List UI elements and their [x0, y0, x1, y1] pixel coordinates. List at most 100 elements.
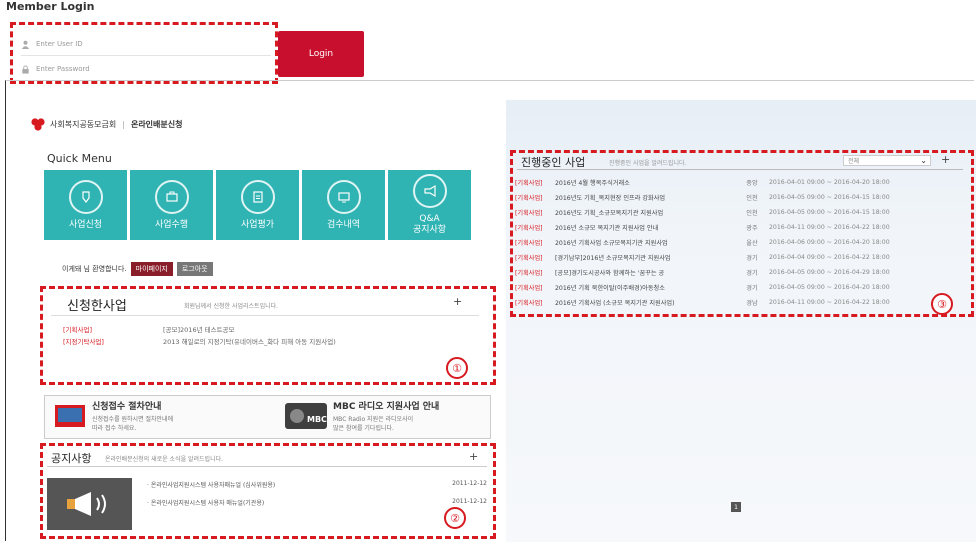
list-item[interactable]: [지정기탁사업] 2013 해일로의 지정기탁(유네이버스_화다 피해 아동 지… — [63, 336, 336, 346]
service-name: 온라인배분신청 — [130, 119, 183, 129]
project-category: [기획사업] — [515, 195, 543, 202]
quick-menu-inspection[interactable]: 검수내역 — [302, 170, 385, 240]
laptop-icon — [55, 405, 85, 427]
applied-projects-title: 신청한사업 — [67, 299, 127, 314]
quick-menu-title: Quick Menu — [47, 152, 112, 165]
project-category: [기획사업] — [515, 285, 543, 292]
list-item[interactable]: [기획사업] [공모]2016년 테스트공모 — [63, 324, 235, 334]
more-plus-icon[interactable]: + — [469, 450, 478, 463]
quick-menu-execution[interactable]: 사업수행 — [130, 170, 213, 240]
quick-menu-label: 검수내역 — [326, 219, 361, 230]
project-period: 2016-04-01 09:00 ~ 2016-04-20 18:00 — [769, 179, 890, 186]
project-period: 2016-04-05 09:00 ~ 2016-04-29 18:00 — [769, 269, 890, 276]
quick-menu-label: 사업수행 — [154, 219, 189, 230]
mbc-radio-card[interactable]: MBC 라디오 지원사업 안내 MBC Radio 지원은 라디오사이 많은 참… — [333, 399, 439, 432]
quick-menu-label: 사업평가 — [240, 219, 275, 230]
project-period: 2016-04-11 09:00 ~ 2016-04-22 18:00 — [769, 224, 890, 231]
panel-divider — [517, 169, 963, 170]
project-category: [기획사업] — [63, 326, 92, 334]
quick-menu-label: Q&A 공지사항 — [412, 214, 447, 235]
project-region: 울산 — [746, 240, 758, 247]
applied-projects-subtitle: 회원님께서 신청한 사업리스트입니다. — [184, 303, 279, 310]
quick-menu-apply[interactable]: 사업신청 — [44, 170, 127, 240]
project-region: 광주 — [746, 225, 758, 232]
project-category: [기획사업] — [515, 210, 543, 217]
list-item[interactable]: · 온라인사업지원시스템 사용자매뉴얼 (심사위원용) 2011-12-12 — [147, 480, 487, 489]
applied-projects-panel: 신청한사업 회원님께서 신청한 사업리스트입니다. + [기획사업] [공모]2… — [40, 286, 496, 385]
page-title: Member Login — [6, 0, 95, 13]
project-period: 2016-04-05 09:00 ~ 2016-04-15 18:00 — [769, 209, 890, 216]
pagination-page-1[interactable]: 1 — [731, 502, 741, 512]
project-region: 인천 — [746, 195, 758, 202]
table-row[interactable]: [기획사업] 2016년 소규모 복지기관 지원사업 안내 광주 2016-04-11… — [515, 220, 965, 235]
user-id-field[interactable]: Enter User ID — [21, 33, 271, 55]
briefcase-icon — [154, 179, 189, 214]
chevron-down-icon: ⌄ — [920, 156, 927, 165]
monitor-icon — [326, 179, 361, 214]
quick-menu: 사업신청 사업수행 사업평가 검수내역 Q&A 공지사항 — [44, 170, 471, 240]
project-region: 중앙 — [746, 180, 758, 187]
project-title: 2016년 기획사업 (소규모 복지기관 지원사업) — [555, 300, 675, 307]
project-title: [공모]2016년 테스트공모 — [163, 326, 235, 334]
list-item[interactable]: · 온라인사업지원시스템 사용자 매뉴얼(기관용) 2011-12-12 — [147, 498, 487, 507]
project-period: 2016-04-11 09:00 ~ 2016-04-22 18:00 — [769, 299, 890, 306]
table-row[interactable]: [기획사업] 2016년 기획사업 소규모복지기관 지원사업 울산 2016-04-0… — [515, 235, 965, 250]
mypage-button[interactable]: 마이페이지 — [130, 262, 173, 276]
table-row[interactable]: [기획사업] [경기남부]2016년 소규모복지기관 지원사업 경기 2016-04-… — [515, 250, 965, 265]
password-placeholder: Enter Password — [36, 65, 90, 73]
radio-icon: MBC — [285, 403, 327, 429]
site-logo[interactable]: 사회복지공동모금회 | 온라인배분신청 — [30, 117, 182, 131]
quick-menu-qna[interactable]: Q&A 공지사항 — [388, 170, 471, 240]
field-divider — [21, 55, 271, 56]
notices-panel: 공지사항 온라인배분신청의 새로운 소식을 알려드립니다. + · 온라인사업지… — [40, 443, 496, 539]
ongoing-projects-list: [기획사업] 2016년 4월 행복주식거래소 중앙 2016-04-01 09:00… — [515, 175, 965, 310]
project-category: [기획사업] — [515, 300, 543, 307]
notices-title: 공지사항 — [51, 452, 92, 465]
table-row[interactable]: [기획사업] 2016년 4월 행복주식거래소 중앙 2016-04-01 09:00… — [515, 175, 965, 190]
more-plus-icon[interactable]: + — [941, 153, 950, 166]
notices-subtitle: 온라인배분신청의 새로운 소식을 알려드립니다. — [105, 456, 224, 463]
logo-separator: | — [122, 119, 125, 129]
logout-button[interactable]: 로그아웃 — [176, 262, 213, 276]
lock-icon — [22, 64, 29, 74]
password-field[interactable]: Enter Password — [21, 58, 271, 80]
fruit-logo-icon — [31, 118, 45, 131]
quick-menu-evaluation[interactable]: 사업평가 — [216, 170, 299, 240]
more-plus-icon[interactable]: + — [453, 295, 462, 308]
project-category: [기획사업] — [515, 180, 543, 187]
login-button[interactable]: Login — [278, 31, 364, 77]
procedure-guide-card[interactable]: 신청접수 절차안내 신청접수를 원하시면 절차안내에 따라 접수 하세요. — [92, 399, 173, 432]
procedure-guide-title: 신청접수 절차안내 — [92, 402, 162, 412]
pen-icon — [68, 179, 103, 214]
project-title: [공모]경기도시공사와 함께하는 '꿈꾸는 공 — [555, 270, 665, 277]
info-cards: 신청접수 절차안내 신청접수를 원하시면 절차안내에 따라 접수 하세요. MB… — [44, 395, 491, 439]
table-row[interactable]: [기획사업] 2016년도 기획_복지현장 인프라 강화사업 인천 2016-04-0… — [515, 190, 965, 205]
quick-menu-label: 사업신청 — [68, 219, 103, 230]
region-select-value: 전체 — [848, 158, 860, 165]
org-name: 사회복지공동모금회 — [50, 119, 117, 129]
project-region: 경기 — [746, 285, 758, 292]
ongoing-projects-panel: 진행중인 사업 진행중인 사업을 알려드립니다. 전체 ⌄ + [기획사업] 20… — [510, 150, 974, 317]
project-region: 경남 — [746, 300, 758, 307]
project-region: 경기 — [746, 270, 758, 277]
project-period: 2016-04-06 09:00 ~ 2016-04-20 18:00 — [769, 239, 890, 246]
project-period: 2016-04-05 09:00 ~ 2016-04-15 18:00 — [769, 194, 890, 201]
project-period: 2016-04-04 09:00 ~ 2016-04-22 18:00 — [769, 254, 890, 261]
project-title: 2016년도 기획_복지현장 인프라 강화사업 — [555, 195, 666, 202]
notice-megaphone-image — [47, 478, 132, 530]
megaphone-icon — [66, 492, 106, 516]
project-category: [기획사업] — [515, 270, 543, 277]
table-row[interactable]: [기획사업] 2016년도 기획_소규모복지기관 지원사업 인천 2016-04-05… — [515, 205, 965, 220]
project-category: [기획사업] — [515, 240, 543, 247]
table-row[interactable]: [기획사업] 2016년 기획 북한이탈(이주배경)아동청소 경기 2016-04-0… — [515, 280, 965, 295]
login-box: Enter User ID Enter Password — [10, 22, 278, 84]
table-row[interactable]: [기획사업] 2016년 기획사업 (소규모 복지기관 지원사업) 경남 2016-0… — [515, 295, 965, 310]
project-title: 2016년 기획사업 소규모복지기관 지원사업 — [555, 240, 668, 247]
table-row[interactable]: [기획사업] [공모]경기도시공사와 함께하는 '꿈꾸는 공 경기 2016-04-0… — [515, 265, 965, 280]
annotation-badge-1: ① — [446, 357, 468, 379]
panel-divider — [47, 466, 487, 467]
project-title: 2016년 기획 북한이탈(이주배경)아동청소 — [555, 285, 665, 292]
ongoing-projects-title: 진행중인 사업 — [521, 156, 586, 169]
clipboard-icon — [240, 179, 275, 214]
region-select[interactable]: 전체 ⌄ — [843, 155, 931, 166]
